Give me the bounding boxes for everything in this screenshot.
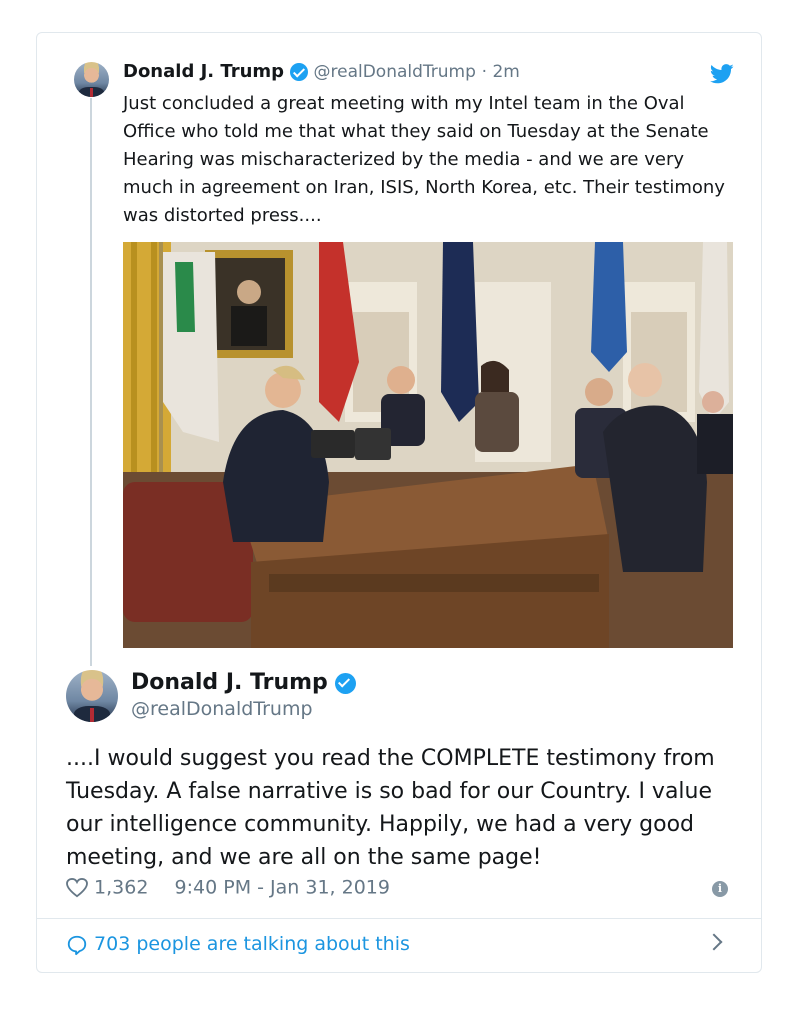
- speech-bubble-icon: [67, 935, 87, 955]
- conversation-count-text[interactable]: 703 people are talking about this: [94, 933, 410, 955]
- tweet-timestamp[interactable]: 9:40 PM - Jan 31, 2019: [175, 877, 390, 899]
- tweet2-author-name[interactable]: Donald J. Trump: [131, 670, 328, 695]
- tweet2-meta-row: 1,362 9:40 PM - Jan 31, 2019: [66, 876, 390, 899]
- like-count[interactable]: 1,362: [94, 877, 148, 899]
- tweet1-header: Donald J. Trump @realDonaldTrump · 2m: [123, 61, 520, 82]
- conversation-link[interactable]: 703 people are talking about this: [66, 933, 410, 956]
- tweet1-text: Just concluded a great meeting with my I…: [123, 93, 725, 226]
- tweet1-photo[interactable]: [123, 242, 733, 648]
- thread-connector-line: [90, 98, 92, 666]
- tweet1-time[interactable]: · 2m: [482, 62, 520, 82]
- tweet1-author-name[interactable]: Donald J. Trump: [123, 61, 284, 82]
- heart-icon[interactable]: [66, 877, 88, 898]
- oval-office-photo-illustration: [123, 242, 733, 648]
- tweet1-handle[interactable]: @realDonaldTrump: [314, 62, 476, 82]
- info-icon[interactable]: i: [712, 881, 728, 897]
- tweet2-handle[interactable]: @realDonaldTrump: [131, 698, 313, 720]
- card-divider: [37, 918, 761, 919]
- verified-badge-icon: [289, 63, 308, 81]
- tweet2-avatar[interactable]: [66, 670, 118, 722]
- twitter-bird-icon[interactable]: [710, 64, 734, 84]
- tweet1-avatar[interactable]: [74, 62, 109, 97]
- tweet2-author-row: Donald J. Trump: [131, 670, 357, 695]
- verified-badge-icon: [335, 672, 357, 694]
- tweet2-text: ....I would suggest you read the COMPLET…: [66, 746, 715, 870]
